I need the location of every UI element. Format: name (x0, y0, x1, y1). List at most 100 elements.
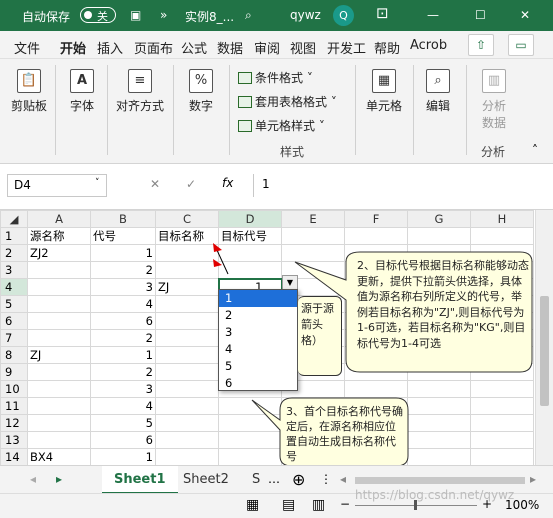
cell-b[interactable]: 6 (90, 431, 156, 449)
cell-c[interactable]: ZJ (155, 278, 219, 296)
prev-sheet-icon[interactable]: ◂ (30, 472, 36, 486)
cell-d[interactable]: 目标代号 (218, 227, 282, 245)
format-table-button[interactable]: 套用表格格式 ˅ (238, 93, 337, 110)
cell-style-button[interactable]: 单元格样式 ˅ (238, 117, 325, 134)
row-header[interactable]: 12 (0, 414, 28, 432)
autosave-toggle[interactable]: 关 (80, 7, 116, 23)
row-header[interactable]: 13 (0, 431, 28, 449)
row-header[interactable]: 1 (0, 227, 28, 245)
dropdown-option[interactable]: 5 (219, 358, 297, 375)
tab-page-layout[interactable]: 页面布 (134, 38, 173, 57)
col-header-b[interactable]: B (90, 210, 156, 228)
dropdown-option[interactable]: 1 (219, 290, 297, 307)
cell-c[interactable] (155, 312, 219, 330)
row-header[interactable]: 9 (0, 363, 28, 381)
cell-f[interactable] (344, 363, 408, 381)
dropdown-option[interactable]: 6 (219, 375, 297, 392)
edit-button[interactable]: ⌕ 编辑 (418, 69, 458, 114)
col-header-e[interactable]: E (281, 210, 345, 228)
cell-a[interactable] (27, 414, 91, 432)
cell-a[interactable] (27, 397, 91, 415)
row-header[interactable]: 8 (0, 346, 28, 364)
cell-a[interactable] (27, 431, 91, 449)
dropdown-arrow-button[interactable]: ▼ (282, 275, 298, 290)
next-sheet-icon[interactable]: ▸ (56, 472, 62, 486)
cell-c[interactable] (155, 431, 219, 449)
page-break-icon[interactable]: ▥ (312, 497, 325, 513)
col-header-a[interactable]: A (27, 210, 91, 228)
cell-g[interactable] (407, 363, 471, 381)
cell-b[interactable]: 2 (90, 329, 156, 347)
minimize-button[interactable]: — (427, 8, 439, 22)
col-header-f[interactable]: F (344, 210, 408, 228)
col-header-c[interactable]: C (155, 210, 219, 228)
cell-d[interactable] (218, 448, 282, 465)
dropdown-option[interactable]: 3 (219, 324, 297, 341)
tab-file[interactable]: 文件 (14, 38, 40, 57)
cell-a[interactable]: 源名称 (27, 227, 91, 245)
col-header-d[interactable]: D (218, 210, 282, 228)
cell-c[interactable] (155, 363, 219, 381)
cell-a[interactable]: ZJ (27, 346, 91, 364)
avatar[interactable]: Q (333, 5, 354, 26)
row-header[interactable]: 5 (0, 295, 28, 313)
scroll-right-icon[interactable]: ▸ (530, 472, 536, 486)
cell-d[interactable] (218, 261, 282, 279)
cell-a[interactable]: ZJ2 (27, 244, 91, 262)
cell-a[interactable] (27, 278, 91, 296)
cell-g[interactable] (407, 380, 471, 398)
conditional-format-button[interactable]: 条件格式 ˅ (238, 69, 313, 86)
cell-c[interactable] (155, 295, 219, 313)
cell-c[interactable]: 目标名称 (155, 227, 219, 245)
cell-d[interactable] (218, 397, 282, 415)
comments-icon[interactable]: ▭ (508, 34, 534, 56)
cell-c[interactable] (155, 414, 219, 432)
cell-a[interactable]: BX4 (27, 448, 91, 465)
vertical-scrollbar[interactable] (535, 210, 553, 465)
col-header-h[interactable]: H (470, 210, 534, 228)
cells-button[interactable]: ▦ 单元格 (362, 69, 406, 114)
cell-b[interactable]: 5 (90, 414, 156, 432)
cell-h[interactable] (470, 448, 534, 465)
namebox-dropdown-icon[interactable]: ˅ (95, 178, 100, 188)
cell-g[interactable] (407, 397, 471, 415)
select-all-corner[interactable]: ◢ (0, 210, 28, 228)
cell-g[interactable] (407, 448, 471, 465)
tab-developer[interactable]: 开发工 (327, 38, 366, 57)
page-layout-icon[interactable]: ▤ (282, 497, 295, 513)
row-header[interactable]: 4 (0, 278, 28, 296)
cell-c[interactable] (155, 244, 219, 262)
zoom-out-button[interactable]: − (340, 497, 350, 511)
normal-view-icon[interactable]: ▦ (246, 497, 259, 513)
cell-h[interactable] (470, 363, 534, 381)
tab-help[interactable]: 帮助 (374, 38, 400, 57)
cell-c[interactable] (155, 329, 219, 347)
fx-icon[interactable]: fx (222, 176, 233, 190)
cell-c[interactable] (155, 397, 219, 415)
more-sheets-icon[interactable]: … (268, 472, 280, 486)
clipboard-button[interactable]: 📋 剪贴板 (8, 69, 50, 114)
row-header[interactable]: 3 (0, 261, 28, 279)
cell-b[interactable]: 2 (90, 261, 156, 279)
tab-acrobat[interactable]: Acrob (410, 38, 447, 53)
cell-b[interactable]: 4 (90, 397, 156, 415)
cell-b[interactable]: 1 (90, 346, 156, 364)
tab-review[interactable]: 审阅 (254, 38, 280, 57)
cell-d[interactable] (218, 431, 282, 449)
row-header[interactable]: 10 (0, 380, 28, 398)
share-icon[interactable]: ⇧ (468, 34, 494, 56)
cell-b[interactable]: 3 (90, 278, 156, 296)
row-header[interactable]: 11 (0, 397, 28, 415)
maximize-button[interactable]: ☐ (475, 8, 486, 22)
ribbon-display-icon[interactable]: ⊡ (376, 4, 389, 22)
cell-b[interactable]: 2 (90, 363, 156, 381)
col-header-g[interactable]: G (407, 210, 471, 228)
more-icon[interactable]: » (160, 8, 167, 22)
cell-b[interactable]: 1 (90, 448, 156, 465)
search-icon[interactable]: ⌕ (245, 8, 252, 23)
scroll-left-icon[interactable]: ◂ (340, 472, 346, 486)
cell-a[interactable] (27, 380, 91, 398)
cell-h[interactable] (470, 227, 534, 245)
tab-formulas[interactable]: 公式 (181, 38, 207, 57)
cell-a[interactable] (27, 312, 91, 330)
